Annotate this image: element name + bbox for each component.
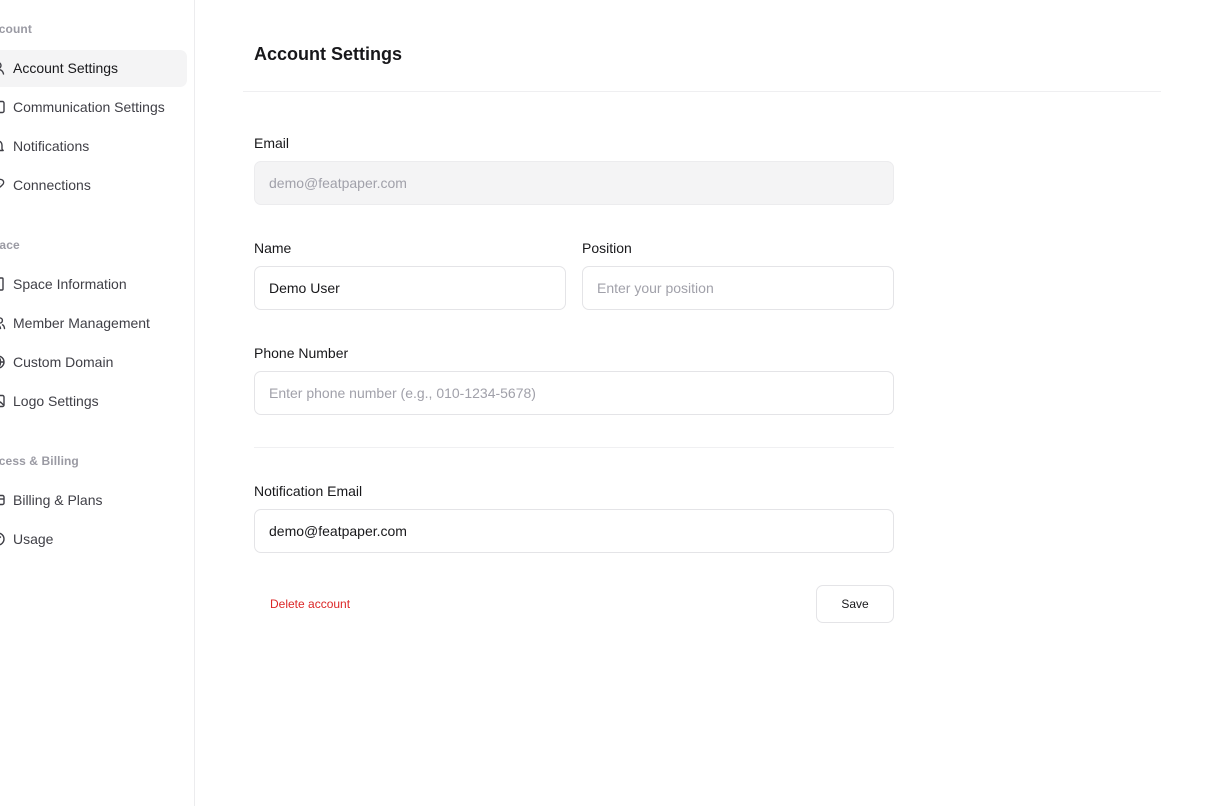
sidebar-section-title-access-billing: ccess & Billing — [0, 454, 79, 468]
sidebar-item-label: Account Settings — [13, 60, 119, 76]
main-content: Account Settings Email Name Position Pho… — [196, 0, 1210, 806]
sidebar-section-title-account: ccount — [0, 22, 32, 36]
sidebar-item-label: Communication Settings — [13, 99, 165, 115]
page-title: Account Settings — [254, 44, 403, 64]
user-icon — [0, 60, 6, 76]
notification-email-field[interactable] — [254, 509, 894, 553]
position-label: Position — [582, 240, 632, 256]
phone-field[interactable] — [254, 371, 894, 415]
globe-icon — [0, 354, 6, 370]
sidebar-item-usage[interactable]: Usage — [0, 521, 187, 558]
users-icon — [0, 315, 6, 331]
sidebar-item-label: Custom Domain — [13, 354, 114, 370]
sidebar-item-member-management[interactable]: Member Management — [0, 305, 187, 342]
save-button[interactable]: Save — [816, 585, 894, 623]
name-label: Name — [254, 240, 292, 256]
email-field — [254, 161, 894, 205]
sidebar-section-title-space: pace — [0, 238, 20, 252]
notification-email-label: Notification Email — [254, 483, 363, 499]
sidebar-item-custom-domain[interactable]: Custom Domain — [0, 344, 187, 381]
position-field[interactable] — [582, 266, 894, 310]
link-icon — [0, 177, 6, 193]
image-icon — [0, 393, 6, 409]
sidebar-item-label: Notifications — [13, 138, 90, 154]
sidebar-item-label: Logo Settings — [13, 393, 99, 409]
sidebar-item-label: Billing & Plans — [13, 492, 103, 508]
message-icon — [0, 99, 6, 115]
building-icon — [0, 276, 6, 292]
sidebar-item-label: Member Management — [13, 315, 150, 331]
sidebar-item-account-settings[interactable]: Account Settings — [0, 50, 187, 87]
sidebar-item-label: Connections — [13, 177, 91, 193]
sidebar-item-billing-plans[interactable]: Billing & Plans — [0, 482, 187, 519]
gauge-icon — [0, 531, 6, 547]
sidebar-item-notifications[interactable]: Notifications — [0, 128, 187, 165]
credit-card-icon — [0, 492, 6, 508]
sidebar-item-label: Space Information — [13, 276, 127, 292]
bell-icon — [0, 138, 6, 154]
sidebar-item-connections[interactable]: Connections — [0, 167, 187, 204]
name-field[interactable] — [254, 266, 566, 310]
sidebar: ccount Account Settings Communication Se… — [0, 0, 195, 806]
form-divider — [254, 447, 894, 448]
email-label: Email — [254, 135, 290, 151]
title-divider — [243, 91, 1161, 92]
sidebar-item-space-information[interactable]: Space Information — [0, 266, 187, 303]
sidebar-item-label: Usage — [13, 531, 54, 547]
sidebar-item-logo-settings[interactable]: Logo Settings — [0, 383, 187, 420]
sidebar-item-communication-settings[interactable]: Communication Settings — [0, 89, 187, 126]
delete-account-button[interactable]: Delete account — [254, 586, 366, 622]
phone-label: Phone Number — [254, 345, 349, 361]
